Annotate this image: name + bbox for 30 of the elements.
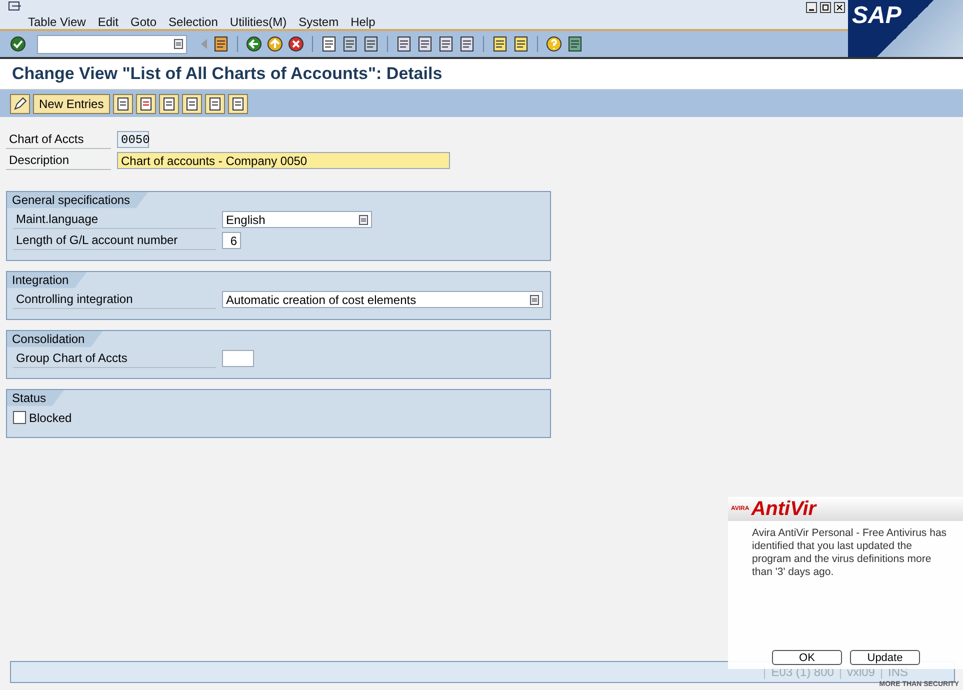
- menu-item[interactable]: Utilities(M): [224, 15, 293, 29]
- group-title: Consolidation: [7, 331, 103, 347]
- popup-button[interactable]: Update: [850, 650, 920, 665]
- menu-item[interactable]: Table View: [22, 15, 92, 29]
- menu-item[interactable]: System: [292, 15, 345, 29]
- menu-item[interactable]: Selection: [162, 15, 224, 29]
- field-label: Description: [6, 151, 111, 170]
- field-label: Chart of Accts: [6, 130, 111, 149]
- notification-message: Avira AntiVir Personal - Free Antivirus has identified that you last updated the program and the virus definitions more than '3' days ago.: [752, 527, 948, 579]
- display-field: 0050: [117, 131, 149, 148]
- field-label: Group Chart of Accts: [13, 349, 216, 368]
- field-label: Maint.language: [13, 210, 216, 229]
- menu-item[interactable]: Help: [344, 15, 382, 29]
- field-label: Length of G/L account number: [13, 231, 216, 250]
- menu-item[interactable]: Edit: [92, 15, 125, 29]
- brand-logo-text: AntiVir: [751, 498, 816, 520]
- checkbox-label: Blocked: [29, 410, 72, 424]
- menu-item[interactable]: Goto: [124, 15, 163, 29]
- input-field[interactable]: 6: [222, 232, 241, 249]
- group-title: General specifications: [7, 192, 148, 208]
- screen-title: Change View "List of All Charts of Accounts": Details: [12, 64, 442, 84]
- group-title: Status: [7, 390, 64, 406]
- field-label: Controlling integration: [13, 290, 216, 309]
- dropdown-field[interactable]: English: [222, 211, 372, 228]
- logo-text: SAP: [851, 1, 902, 31]
- popup-button[interactable]: OK: [772, 650, 842, 665]
- dropdown-field[interactable]: Automatic creation of cost elements: [222, 291, 543, 308]
- new-entries-button[interactable]: New Entries: [33, 94, 110, 114]
- group-title: Integration: [7, 272, 87, 288]
- input-field[interactable]: Chart of accounts - Company 0050: [117, 152, 450, 169]
